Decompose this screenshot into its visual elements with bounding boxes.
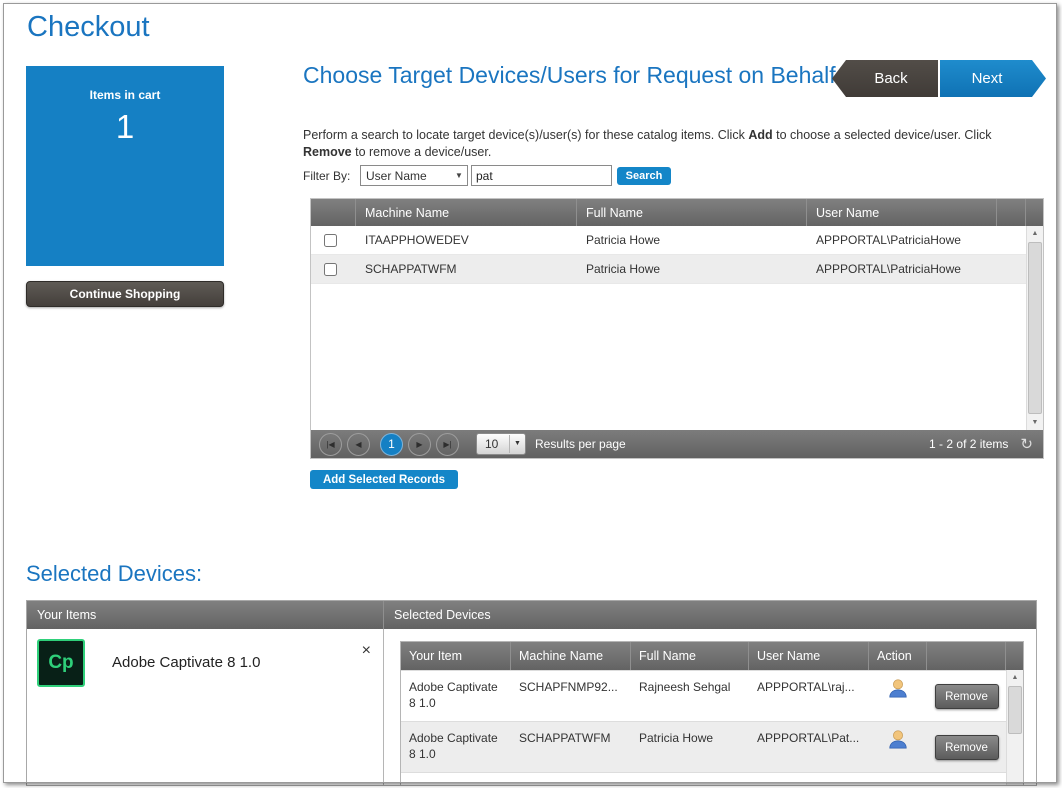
cart-items-count: 1	[26, 108, 224, 146]
pager-items-count: 1 - 2 of 2 items	[929, 437, 1008, 451]
cell-your-item: Adobe Captivate 8 1.0	[401, 722, 511, 772]
cell-remove: Remove	[927, 722, 1006, 772]
cell-user-name: APPPORTAL\PatriciaHowe	[807, 226, 997, 254]
grid-column-filler	[997, 199, 1026, 226]
close-icon[interactable]: ×	[362, 644, 371, 687]
scrollbar-up-arrow-icon[interactable]: ▲	[1027, 226, 1043, 241]
scrollbar-thumb[interactable]	[1028, 242, 1042, 414]
selected-devices-heading: Selected Devices:	[26, 561, 202, 587]
cell-full-name: Patricia Howe	[577, 255, 807, 283]
instructions-part2: to choose a selected device/user. Click	[773, 128, 992, 142]
column-user-name: User Name	[749, 642, 869, 670]
back-button[interactable]: Back	[832, 60, 938, 97]
column-remove	[927, 642, 1006, 670]
remove-button[interactable]: Remove	[935, 735, 999, 760]
grid-header-row: Machine Name Full Name User Name	[311, 199, 1043, 226]
adobe-captivate-logo-icon: Cp	[37, 639, 85, 687]
user-icon	[887, 677, 909, 699]
pager-previous-button[interactable]: ◀	[347, 433, 370, 456]
selected-table-header-row: Your Item Machine Name Full Name User Na…	[401, 642, 1023, 670]
cell-user-name: APPPORTAL\Pat...	[749, 722, 869, 772]
instructions-part1: Perform a search to locate target device…	[303, 128, 748, 142]
table-scrollbar-cap	[1006, 642, 1023, 670]
cell-machine-name: SCHAPPATWFM	[356, 255, 577, 283]
column-machine-name: Machine Name	[511, 642, 631, 670]
table-row: Adobe Captivate 8 1.0 SCHAPPATWFM Patric…	[401, 721, 1023, 772]
grid-column-full-name: Full Name	[577, 199, 807, 226]
instructions-bold-remove: Remove	[303, 145, 352, 159]
grid-column-user-name: User Name	[807, 199, 997, 226]
cell-your-item: Adobe Captivate 8 1.0	[401, 671, 511, 721]
cell-machine-name: ITAAPPHOWEDEV	[356, 226, 577, 254]
instructions-part3: to remove a device/user.	[352, 145, 492, 159]
grid-select-column-header	[311, 199, 356, 226]
chevron-down-icon: ▼	[451, 171, 467, 180]
selected-devices-header: Selected Devices	[384, 601, 1036, 629]
selected-devices-panel: Your Items Selected Devices Cp Adobe Cap…	[26, 600, 1037, 786]
cell-user-name: APPPORTAL\raj...	[749, 671, 869, 721]
pager-first-button[interactable]: |◀	[319, 433, 342, 456]
cell-full-name: Patricia Howe	[577, 226, 807, 254]
row-checkbox[interactable]	[324, 263, 337, 276]
scrollbar-up-arrow-icon[interactable]: ▲	[1007, 670, 1023, 685]
cell-action	[869, 671, 927, 721]
grid-column-machine-name: Machine Name	[356, 199, 577, 226]
cart-item-row: Cp Adobe Captivate 8 1.0 ×	[27, 629, 383, 687]
table-row[interactable]: SCHAPPATWFM Patricia Howe APPPORTAL\Patr…	[311, 255, 1043, 284]
refresh-icon[interactable]: ↻	[1020, 435, 1033, 453]
cell-machine-name: SCHAPPATWFM	[511, 722, 631, 772]
your-items-header: Your Items	[27, 601, 384, 629]
filter-by-label: Filter By:	[303, 169, 350, 183]
cell-user-name: APPPORTAL\PatriciaHowe	[807, 255, 997, 283]
instructions-text: Perform a search to locate target device…	[303, 127, 1040, 161]
column-action: Action	[869, 642, 927, 670]
remove-button[interactable]: Remove	[935, 684, 999, 709]
page-title: Checkout	[27, 11, 150, 44]
section-heading: Choose Target Devices/Users for Request …	[303, 61, 848, 90]
page-size-dropdown[interactable]: 10 ▼	[476, 433, 526, 455]
add-selected-records-button[interactable]: Add Selected Records	[310, 470, 458, 489]
chevron-down-icon: ▼	[509, 435, 525, 453]
table-row[interactable]: ITAAPPHOWEDEV Patricia Howe APPPORTAL\Pa…	[311, 226, 1043, 255]
row-checkbox[interactable]	[324, 234, 337, 247]
cart-summary-box: Items in cart 1	[26, 66, 224, 266]
table-row: Adobe Captivate 8 1.0 SCHAPFNMP92... Raj…	[401, 670, 1023, 721]
cell-full-name: Rajneesh Sehgal	[631, 671, 749, 721]
cart-items-label: Items in cart	[26, 66, 224, 102]
pager-page-1-button[interactable]: 1	[380, 433, 403, 456]
grid-pager: |◀ ◀ 1 ▶ ▶| 10 ▼ Results per page 1 - 2 …	[311, 430, 1043, 458]
cart-item-name: Adobe Captivate 8 1.0	[85, 639, 362, 687]
search-button[interactable]: Search	[617, 167, 671, 185]
search-results-grid: Machine Name Full Name User Name ITAAPPH…	[310, 198, 1044, 459]
user-icon	[887, 728, 909, 750]
grid-body: ITAAPPHOWEDEV Patricia Howe APPPORTAL\Pa…	[311, 226, 1043, 430]
row-select-cell	[311, 226, 356, 254]
pager-next-button[interactable]: ▶	[408, 433, 431, 456]
column-full-name: Full Name	[631, 642, 749, 670]
selected-devices-table: Your Item Machine Name Full Name User Na…	[400, 641, 1024, 786]
table-vertical-scrollbar: ▲	[1006, 670, 1023, 785]
instructions-bold-add: Add	[748, 128, 772, 142]
continue-shopping-button[interactable]: Continue Shopping	[26, 281, 224, 307]
filter-by-dropdown[interactable]: User Name ▼	[360, 165, 468, 186]
page-size-value: 10	[477, 437, 509, 451]
row-select-cell	[311, 255, 356, 283]
table-row-partial	[401, 772, 1023, 785]
cell-full-name: Patricia Howe	[631, 722, 749, 772]
cell-machine-name: SCHAPFNMP92...	[511, 671, 631, 721]
cell-remove: Remove	[927, 671, 1006, 721]
cell-action	[869, 722, 927, 772]
grid-scrollbar-cap	[1026, 199, 1043, 226]
grid-vertical-scrollbar: ▲ ▼	[1026, 226, 1043, 430]
scrollbar-down-arrow-icon[interactable]: ▼	[1027, 415, 1043, 430]
next-button[interactable]: Next	[940, 60, 1046, 97]
pager-last-button[interactable]: ▶|	[436, 433, 459, 456]
filter-by-dropdown-value: User Name	[361, 169, 451, 183]
results-per-page-label: Results per page	[535, 437, 626, 451]
column-your-item: Your Item	[401, 642, 511, 670]
your-items-panel: Cp Adobe Captivate 8 1.0 ×	[27, 629, 384, 785]
scrollbar-thumb[interactable]	[1008, 686, 1022, 734]
checkout-page: Checkout Items in cart 1 Continue Shoppi…	[0, 0, 1062, 788]
search-input[interactable]	[471, 165, 612, 186]
